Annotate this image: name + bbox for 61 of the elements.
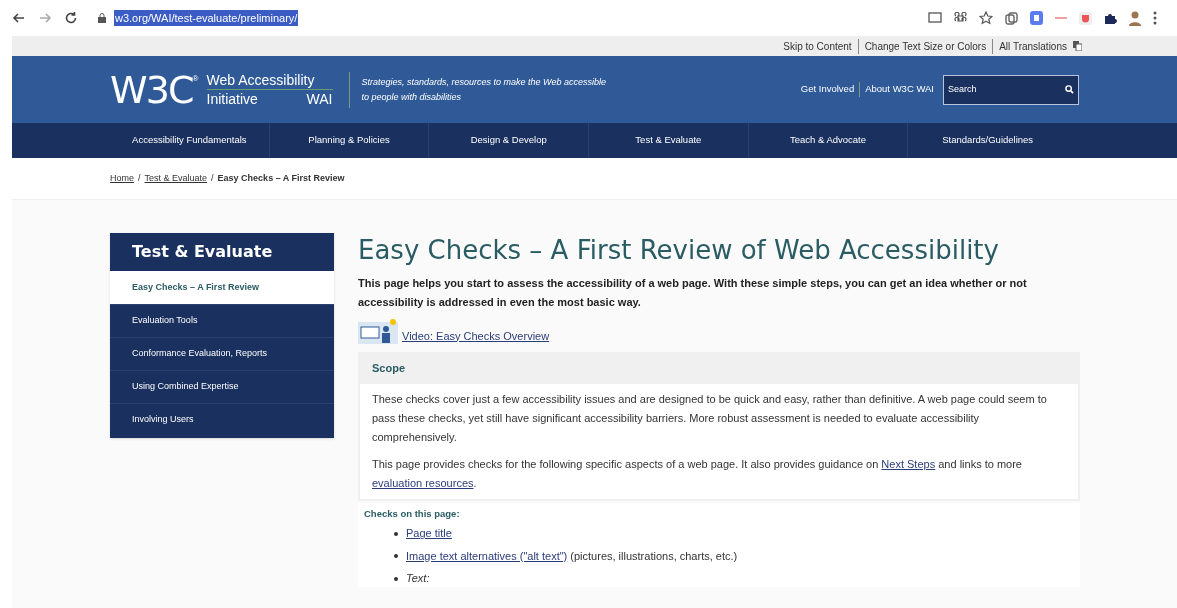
check-item-text: Image text alternatives ("alt text") (pictures, illustrations, charts, etc.) — [406, 548, 738, 564]
sidebar-title: Test & Evaluate — [131, 241, 274, 263]
header-link[interactable]: About W3C WAI — [859, 82, 939, 97]
tagline: Strategies, standards, resources to make the Web accessible to people with disabilities — [361, 75, 607, 104]
translate-icon — [1073, 41, 1082, 51]
text-link[interactable]: evaluation resources — [372, 477, 474, 489]
scope-heading: Scope — [371, 360, 406, 376]
utility-link[interactable]: Skip to Content — [777, 38, 858, 54]
search-icon[interactable] — [1065, 85, 1074, 94]
nav-tab[interactable]: Teach & Advocate — [747, 123, 908, 158]
check-item-text: Text: — [406, 571, 430, 587]
reload-icon[interactable] — [64, 11, 78, 25]
cast-icon[interactable] — [928, 12, 942, 24]
nav-tab[interactable]: Planning & Policies — [268, 123, 429, 158]
profile-icon[interactable] — [1129, 10, 1141, 26]
logo-title: Web Accessibility — [206, 71, 333, 90]
star-icon[interactable] — [979, 11, 993, 25]
sidebar-item[interactable]: Involving Users — [110, 403, 334, 436]
page-title: Easy Checks – A First Review of Web Accessibility — [358, 234, 1000, 267]
back-icon[interactable] — [12, 11, 26, 25]
command-icon[interactable] — [954, 11, 967, 25]
breadcrumb-link[interactable]: Test & Evaluate — [144, 171, 208, 186]
puzzle-icon[interactable] — [1104, 11, 1117, 25]
breadcrumb-separator: / — [138, 171, 141, 185]
sidebar-item[interactable]: Using Combined Expertise — [110, 370, 334, 403]
shield-icon[interactable] — [1079, 11, 1092, 25]
nav-tab[interactable]: Design & Develop — [428, 123, 588, 158]
copy-icon[interactable] — [1005, 11, 1018, 25]
w3c-logo[interactable]: W3C — [110, 70, 193, 109]
nav-tab[interactable]: Test & Evaluate — [588, 123, 748, 158]
video-presenter-icon — [358, 318, 398, 344]
extension-icon[interactable] — [1030, 11, 1043, 25]
nav-tab[interactable]: Standards/Guidelines — [907, 123, 1068, 158]
registered-mark: ® — [192, 72, 199, 83]
sidebar-item[interactable]: Conformance Evaluation, Reports — [110, 337, 334, 370]
sidebar-item[interactable]: Easy Checks – A First Review — [110, 271, 334, 304]
logo-subtitle: Initiative — [206, 90, 258, 108]
nav-tab[interactable]: Accessibility Fundamentals — [110, 123, 269, 158]
text-link[interactable]: Page title — [406, 527, 452, 540]
menu-icon[interactable] — [1153, 11, 1157, 25]
text-link[interactable]: Image text alternatives ("alt text") — [406, 549, 568, 562]
breadcrumb-current: Easy Checks – A First Review — [217, 171, 345, 185]
bullet-icon — [394, 554, 398, 558]
text-link[interactable]: Next Steps — [881, 458, 936, 470]
lock-icon — [98, 13, 106, 23]
scope-paragraph: These checks cover just a few accessibility issues and are designed to be quick and easy, rather than definitive. A web page could seem to pass these checks, yet still have significant accessibility barriers. More robust assessment is needed to evaluate accessibility comprehensively. — [372, 392, 1048, 445]
checks-heading: Checks on this page: — [364, 507, 461, 521]
video-link[interactable]: Video: Easy Checks Overview — [402, 327, 550, 344]
search-field[interactable]: Search — [943, 74, 1079, 105]
scope-paragraph: This page provides checks for the following specific aspects of a web page. It also provides guidance on Next Steps and links to more evaluation resources. — [372, 457, 1023, 491]
search-input: Search — [948, 82, 1065, 97]
url-text: w3.org/WAI/test-evaluate/preliminary/ — [114, 9, 299, 27]
intro-paragraph: This page helps you start to assess the accessibility of a web page. With these simple steps, you can get an idea whether or not accessibility is addressed in even the most basic way. — [358, 276, 1028, 310]
logo-abbreviation: WAI — [306, 90, 333, 108]
sidebar-item[interactable]: Evaluation Tools — [110, 304, 334, 337]
breadcrumb-separator: / — [211, 171, 214, 185]
header-link[interactable]: Get Involved — [795, 82, 860, 97]
breadcrumb-link[interactable]: Home — [110, 171, 134, 186]
bullet-icon — [394, 531, 398, 536]
utility-link[interactable]: Change Text Size or Colors — [857, 38, 993, 54]
bullet-icon — [394, 576, 398, 581]
